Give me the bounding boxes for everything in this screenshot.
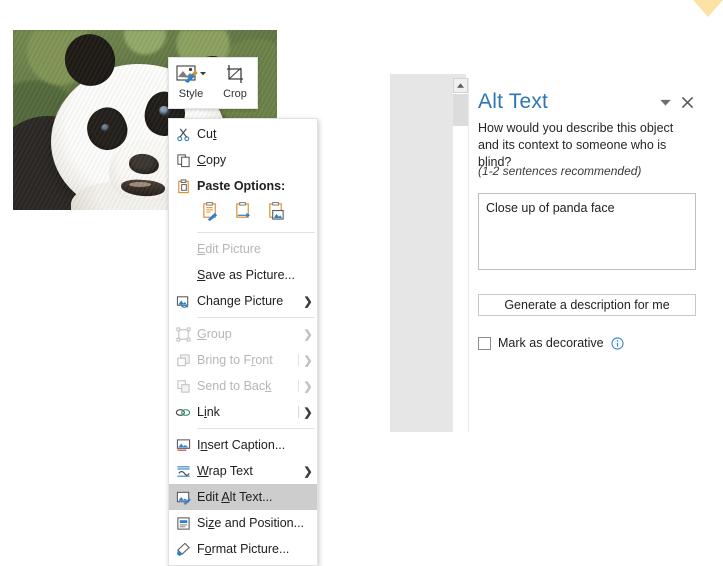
mark-as-decorative-checkbox[interactable] [478,336,491,350]
mark-as-decorative-label: Mark as decorative [498,336,604,350]
mini-toolbar-crop-button[interactable]: Crop [213,58,257,100]
context-menu-item-link-label: Link [197,405,220,419]
context-menu-item-save-as-picture[interactable]: Save as Picture... [169,262,317,288]
context-menu-item-copy[interactable]: Copy [169,147,317,173]
context-menu-item-cut-label: Cut [197,127,217,141]
mini-toolbar-style-label: Style [178,88,204,100]
context-menu-item-save-as-picture-label: Save as Picture... [197,268,295,282]
scrollbar-thumb[interactable] [453,94,468,126]
chevron-right-icon: ❯ [303,354,313,367]
mark-as-decorative-row: Mark as decorative [478,335,624,351]
context-menu-item-copy-label: Copy [197,153,227,167]
paste-merge-formatting-icon[interactable] [234,202,253,226]
chevron-right-icon: ❯ [303,406,313,419]
context-menu-item-format-picture[interactable]: Format Picture... [169,536,317,562]
context-menu-item-size-and-position[interactable]: Size and Position... [169,510,317,536]
context-menu-item-edit-alt-text-label: Edit Alt Text... [197,490,273,504]
context-menu-item-change-picture-label: Change Picture [197,294,284,308]
picture-context-menu: Cut Copy Paste Options: Edit Picture Sav… [168,118,318,566]
menu-item-divider [298,354,299,366]
chevron-right-icon: ❯ [303,380,313,393]
format-picture-icon [169,542,197,557]
chevron-right-icon: ❯ [303,328,313,341]
context-menu-item-wrap-text-label: Wrap Text [197,464,253,478]
mini-toolbar-style-button[interactable]: Style [169,58,213,100]
context-menu-item-paste-options-label: Paste Options: [197,179,286,193]
send-to-back-icon [169,379,197,394]
link-icon [169,405,197,420]
menu-item-divider [298,380,299,392]
context-menu-item-send-to-back-label: Send to Back [197,379,272,393]
scroll-up-arrow-icon[interactable] [453,78,468,93]
panda-left-eye [101,124,110,132]
context-menu-item-group: Group ❯ [169,321,317,347]
change-picture-icon [169,294,197,309]
picture-style-icon [169,63,213,85]
paste-options-icon-row [169,199,317,229]
mini-toolbar-crop-label: Crop [223,88,247,100]
clipboard-icon [169,178,197,194]
context-menu-item-insert-caption-label: Insert Caption... [197,438,286,452]
menu-separator [197,317,315,318]
scissors-icon [169,127,197,142]
scrollbar-track[interactable] [453,126,468,432]
info-icon[interactable] [611,336,624,350]
corner-triangle-marker [693,0,723,17]
context-menu-item-insert-caption[interactable]: Insert Caption... [169,432,317,458]
crop-icon [213,63,257,85]
close-icon[interactable] [676,91,698,113]
alt-text-description-input[interactable] [478,193,696,270]
context-menu-item-bring-to-front: Bring to Front ❯ [169,347,317,373]
context-menu-item-send-to-back: Send to Back ❯ [169,373,317,399]
paste-picture-icon[interactable] [267,202,286,226]
alt-text-pane-header: Alt Text [478,88,698,116]
panda-mouth-highlight [129,182,151,187]
menu-separator [197,232,315,233]
context-menu-item-wrap-text[interactable]: Wrap Text ❯ [169,458,317,484]
group-icon [169,326,197,342]
menu-item-divider [298,406,299,418]
copy-icon [169,153,197,168]
bring-to-front-icon [169,353,197,368]
picture-mini-toolbar: Style Crop [168,57,258,109]
insert-caption-icon [169,438,197,453]
menu-separator [197,428,315,429]
alt-text-task-pane: Alt Text How would you describe this obj… [390,74,710,432]
page-title: Alt Text [478,90,549,113]
size-and-position-icon [169,516,197,531]
context-menu-item-size-and-position-label: Size and Position... [197,516,305,530]
wrap-text-icon [169,464,197,479]
edit-alt-text-icon [169,490,197,505]
context-menu-item-change-picture[interactable]: Change Picture ❯ [169,288,317,314]
chevron-down-icon[interactable] [654,91,676,113]
alt-text-hint: (1-2 sentences recommended) [478,164,642,178]
document-vertical-scrollbar[interactable] [452,78,469,432]
context-menu-item-paste-options: Paste Options: [169,173,317,199]
chevron-right-icon: ❯ [303,295,313,308]
context-menu-item-link[interactable]: Link ❯ [169,399,317,425]
generate-description-button[interactable]: Generate a description for me [478,294,696,316]
context-menu-item-bring-to-front-label: Bring to Front [197,353,273,367]
context-menu-item-edit-alt-text[interactable]: Edit Alt Text... [169,484,317,510]
chevron-right-icon: ❯ [303,465,313,478]
context-menu-item-group-label: Group [197,327,232,341]
context-menu-item-format-picture-label: Format Picture... [197,542,290,556]
context-menu-item-cut[interactable]: Cut [169,121,317,147]
context-menu-item-edit-picture-label: Edit Picture [197,242,261,256]
paste-keep-source-formatting-icon[interactable] [201,202,220,226]
context-menu-item-edit-picture: Edit Picture [169,236,317,262]
